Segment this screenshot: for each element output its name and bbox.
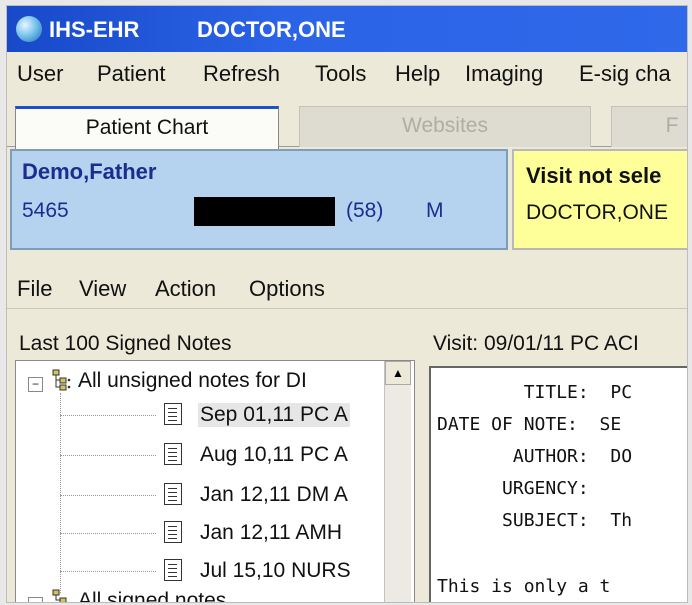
tab-patient-chart[interactable]: Patient Chart	[15, 106, 279, 149]
note-line-date: DATE OF NOTE: SE	[437, 414, 622, 435]
ehr-window: IHS-EHR DOCTOR,ONE User Patient Refresh …	[6, 5, 688, 603]
tree-scrollbar[interactable]: ▲	[384, 361, 411, 602]
tree-guide-line	[60, 495, 156, 496]
note-line-body: This is only a t	[437, 576, 611, 597]
visit-info-panel[interactable]: Visit not sele DOCTOR,ONE	[512, 149, 687, 250]
menu-user[interactable]: User	[17, 61, 63, 87]
note-date: Jul 15,10	[200, 559, 286, 582]
note-item-2[interactable]: Aug 10,11 PC A	[200, 443, 348, 467]
tree-root-unsigned[interactable]: All unsigned notes for DI	[78, 369, 307, 393]
notes-group-icon	[52, 369, 71, 391]
note-line-subject: SUBJECT: Th	[437, 510, 633, 531]
tree-root-signed[interactable]: All signed notes	[78, 589, 226, 602]
tree-guide-line	[60, 533, 156, 534]
note-line-title: TITLE: PC	[437, 382, 633, 403]
note-item-4[interactable]: Jan 12,11 AMH	[200, 521, 342, 545]
notes-list-label: Last 100 Signed Notes	[19, 332, 232, 355]
current-user: DOCTOR,ONE	[197, 17, 346, 42]
menu-view[interactable]: View	[79, 276, 126, 302]
menu-refresh[interactable]: Refresh	[203, 61, 280, 87]
menu-tools[interactable]: Tools	[315, 61, 366, 87]
tree-guide-line	[60, 415, 156, 416]
note-date: Aug 10,11	[200, 443, 295, 466]
note-line-author: AUTHOR: DO	[437, 446, 633, 467]
menu-action[interactable]: Action	[155, 276, 216, 302]
note-line-urgency: URGENCY:	[437, 478, 589, 499]
visit-label: Visit: 09/01/11 PC ACI	[433, 332, 639, 355]
menu-options[interactable]: Options	[249, 276, 325, 302]
note-date: Sep 01,11	[200, 403, 295, 426]
tab-websites[interactable]: Websites	[299, 106, 591, 147]
visit-provider: DOCTOR,ONE	[526, 201, 668, 224]
note-date: Jan 12,11	[200, 521, 291, 544]
menu-bar: User Patient Refresh Tools Help Imaging …	[7, 52, 687, 96]
note-title: NURS	[291, 559, 351, 582]
menu-imaging[interactable]: Imaging	[465, 61, 543, 87]
menu-esig[interactable]: E-sig cha	[579, 61, 671, 87]
note-title: AMH	[295, 521, 343, 544]
redacted-block	[194, 197, 335, 226]
title-bar: IHS-EHR DOCTOR,ONE	[7, 6, 687, 52]
note-title: DM A	[296, 483, 348, 506]
note-item-5[interactable]: Jul 15,10 NURS	[200, 559, 351, 583]
note-icon	[164, 521, 182, 543]
tree-guide-line	[60, 455, 156, 456]
note-icon	[164, 443, 182, 465]
collapse-icon[interactable]: −	[28, 377, 43, 392]
tab-strip: Patient Chart Websites F	[7, 96, 687, 149]
patient-name: Demo,Father	[22, 159, 157, 184]
note-title: PC A	[300, 443, 348, 466]
note-icon	[164, 403, 182, 425]
tree-guide-line	[60, 393, 61, 593]
tab-third[interactable]: F	[611, 106, 687, 147]
scroll-up-icon[interactable]: ▲	[385, 361, 411, 385]
app-title: IHS-EHR	[49, 17, 140, 42]
notes-menu-bar: File View Action Options	[7, 268, 687, 309]
menu-patient[interactable]: Patient	[97, 61, 166, 87]
menu-help[interactable]: Help	[395, 61, 440, 87]
visit-status: Visit not sele	[526, 163, 662, 188]
note-title: PC A	[300, 403, 348, 426]
patient-sex: M	[426, 199, 444, 222]
note-item-3[interactable]: Jan 12,11 DM A	[200, 483, 348, 507]
app-logo-icon	[16, 16, 42, 42]
notes-group-icon	[52, 589, 67, 602]
note-item-1[interactable]: Sep 01,11 PC A	[198, 403, 350, 427]
notes-tree[interactable]: − All unsigned notes for DI Sep 01,11 PC…	[15, 360, 415, 602]
collapse-icon[interactable]: −	[28, 597, 43, 602]
patient-age: (58)	[346, 199, 384, 222]
patient-info-panel[interactable]: Demo,Father 5465 (58) M	[10, 149, 508, 250]
note-icon	[164, 559, 182, 581]
patient-number: 5465	[22, 199, 69, 222]
note-text-panel[interactable]: TITLE: PC DATE OF NOTE: SE AUTHOR: DO UR…	[429, 366, 687, 602]
tree-guide-line	[60, 571, 156, 572]
note-icon	[164, 483, 182, 505]
note-date: Jan 12,11	[200, 483, 291, 506]
menu-file[interactable]: File	[17, 276, 52, 302]
